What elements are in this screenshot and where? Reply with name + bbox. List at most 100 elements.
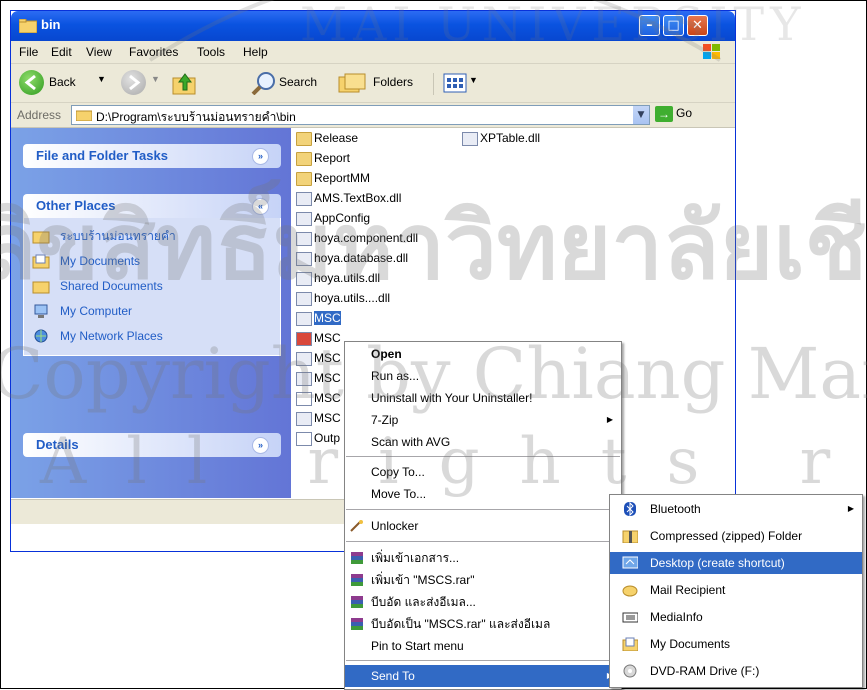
- views-dropdown-icon[interactable]: ▼: [469, 75, 478, 85]
- up-folder-icon[interactable]: [171, 70, 199, 96]
- file-item[interactable]: Report: [296, 148, 350, 168]
- place-shared-documents[interactable]: Shared Documents: [24, 274, 280, 299]
- panel-title: File and Folder Tasks: [36, 148, 168, 163]
- forward-dropdown-icon[interactable]: ▼: [151, 74, 160, 84]
- address-dropdown-icon[interactable]: ▼: [633, 106, 649, 124]
- menu-item-label: Open: [371, 347, 402, 361]
- file-item[interactable]: Release: [296, 128, 358, 148]
- back-dropdown-icon[interactable]: ▼: [97, 74, 106, 84]
- file-item[interactable]: hoya.database.dll: [296, 248, 408, 268]
- mediainfo-icon: [622, 612, 638, 623]
- address-field[interactable]: D:\Program\ระบบร้านม่อนทรายคำ\bin ▼: [71, 105, 650, 125]
- file-item[interactable]: MSC: [296, 368, 341, 388]
- file-name: MSC: [314, 331, 341, 345]
- file-item[interactable]: hoya.component.dll: [296, 228, 418, 248]
- menu-item-pin-start[interactable]: Pin to Start menu: [345, 635, 621, 657]
- menu-item-unlocker[interactable]: Unlocker: [345, 515, 621, 537]
- menu-favorites[interactable]: Favorites: [129, 45, 178, 59]
- file-name: Outp: [314, 431, 341, 445]
- other-places-header[interactable]: Other Places «: [23, 194, 281, 218]
- file-item[interactable]: MSC: [296, 408, 341, 428]
- file-item[interactable]: XPTable.dll: [462, 128, 540, 148]
- file-item[interactable]: ReportMM: [296, 168, 370, 188]
- sendto-my-documents[interactable]: My Documents: [610, 633, 862, 655]
- search-icon[interactable]: [251, 71, 277, 95]
- file-item[interactable]: MSC: [296, 348, 341, 368]
- address-bar: Address D:\Program\ระบบร้านม่อนทรายคำ\bi…: [11, 103, 735, 128]
- address-path: D:\Program\ระบบร้านม่อนทรายคำ\bin: [96, 110, 296, 124]
- minimize-button[interactable]: –: [639, 15, 660, 36]
- menu-item-label: Scan with AVG: [371, 435, 451, 449]
- file-item[interactable]: hoya.utils.dll: [296, 268, 380, 288]
- menu-item-add-archive[interactable]: เพิ่มเข้าเอกสาร...: [345, 547, 621, 569]
- menu-item-open[interactable]: Open: [345, 343, 621, 365]
- file-item[interactable]: AMS.TextBox.dll: [296, 188, 401, 208]
- folders-icon[interactable]: [337, 72, 367, 94]
- folders-button[interactable]: Folders: [373, 75, 413, 89]
- file-item[interactable]: MSC: [296, 388, 341, 408]
- place-my-documents[interactable]: My Documents: [24, 249, 280, 274]
- menu-item-add-rar[interactable]: เพิ่มเข้า "MSCS.rar": [345, 569, 621, 591]
- maximize-button[interactable]: □: [663, 15, 684, 36]
- menu-item-move-to[interactable]: Move To...: [345, 483, 621, 505]
- menu-item-label: เพิ่มเข้าเอกสาร...: [371, 551, 460, 565]
- menu-help[interactable]: Help: [243, 45, 268, 59]
- go-button[interactable]: → Go: [655, 106, 692, 122]
- menu-item-label: Move To...: [371, 487, 427, 501]
- menu-item-uninstall[interactable]: Uninstall with Your Uninstaller!: [345, 387, 621, 409]
- menu-tools[interactable]: Tools: [197, 45, 225, 59]
- address-label: Address: [17, 108, 62, 122]
- file-icon: [296, 391, 312, 406]
- back-button[interactable]: Back: [49, 75, 76, 89]
- place-thai-folder[interactable]: ระบบร้านม่อนทรายคำ: [24, 224, 280, 249]
- file-folder-tasks-header[interactable]: File and Folder Tasks »: [23, 144, 281, 168]
- search-button[interactable]: Search: [279, 75, 317, 89]
- close-button[interactable]: ✕: [687, 15, 708, 36]
- file-name: AMS.TextBox.dll: [314, 191, 402, 205]
- file-item[interactable]: Outp: [296, 428, 340, 448]
- sendto-dvd-drive[interactable]: DVD-RAM Drive (F:): [610, 660, 862, 682]
- place-label: My Network Places: [60, 329, 163, 343]
- menu-file[interactable]: File: [19, 45, 38, 59]
- forward-arrow-icon[interactable]: [121, 70, 146, 95]
- details-header[interactable]: Details »: [23, 433, 281, 457]
- file-item[interactable]: MSC: [296, 328, 341, 348]
- file-name: XPTable.dll: [480, 131, 541, 145]
- menu-view[interactable]: View: [86, 45, 112, 59]
- menu-item-7zip[interactable]: 7-Zip ▶: [345, 409, 621, 431]
- place-my-computer[interactable]: My Computer: [24, 299, 280, 324]
- place-my-network-places[interactable]: My Network Places: [24, 324, 280, 349]
- sendto-desktop-shortcut[interactable]: Desktop (create shortcut): [610, 552, 862, 574]
- other-places-panel: Other Places « ระบบร้านม่อนทรายคำ My Doc…: [23, 194, 281, 356]
- file-item[interactable]: hoya.utils....dll: [296, 288, 390, 308]
- collapse-chevron-icon[interactable]: «: [252, 198, 269, 215]
- menu-item-copy-to[interactable]: Copy To...: [345, 461, 621, 483]
- expand-chevron-icon[interactable]: »: [252, 148, 269, 165]
- menu-item-label: Uninstall with Your Uninstaller!: [371, 391, 533, 405]
- menu-item-compress-email[interactable]: บีบอัด และส่งอีเมล...: [345, 591, 621, 613]
- file-item[interactable]: AppConfig: [296, 208, 370, 228]
- menu-item-compress-rar-email[interactable]: บีบอัดเป็น "MSCS.rar" และส่งอีเมล: [345, 613, 621, 635]
- winrar-icon: [351, 574, 363, 586]
- file-name: AppConfig: [314, 211, 371, 225]
- menu-edit[interactable]: Edit: [51, 45, 72, 59]
- sendto-compressed-folder[interactable]: Compressed (zipped) Folder: [610, 525, 862, 547]
- views-icon[interactable]: [443, 73, 467, 93]
- menu-item-send-to[interactable]: Send To▶: [345, 665, 621, 687]
- file-name: ReportMM: [314, 171, 371, 185]
- sendto-bluetooth[interactable]: Bluetooth ▶: [610, 498, 862, 520]
- menu-item-label: Run as...: [371, 369, 420, 383]
- menu-item-run-as[interactable]: Run as...: [345, 365, 621, 387]
- my-documents-icon: [32, 254, 50, 269]
- task-pane: File and Folder Tasks » Other Places « ร…: [11, 128, 291, 498]
- sendto-mediainfo[interactable]: MediaInfo: [610, 606, 862, 628]
- menu-item-scan-avg[interactable]: Scan with AVG: [345, 431, 621, 453]
- other-places-list: ระบบร้านม่อนทรายคำ My Documents Shared D…: [23, 218, 281, 356]
- file-item-selected[interactable]: MSC: [296, 308, 341, 328]
- back-arrow-icon[interactable]: [19, 70, 44, 95]
- menu-separator: [346, 456, 620, 457]
- sendto-mail-recipient[interactable]: Mail Recipient: [610, 579, 862, 601]
- dll-file-icon: [462, 131, 478, 146]
- expand-chevron-icon[interactable]: »: [252, 437, 269, 454]
- title-bar[interactable]: bin – □ ✕: [11, 11, 735, 41]
